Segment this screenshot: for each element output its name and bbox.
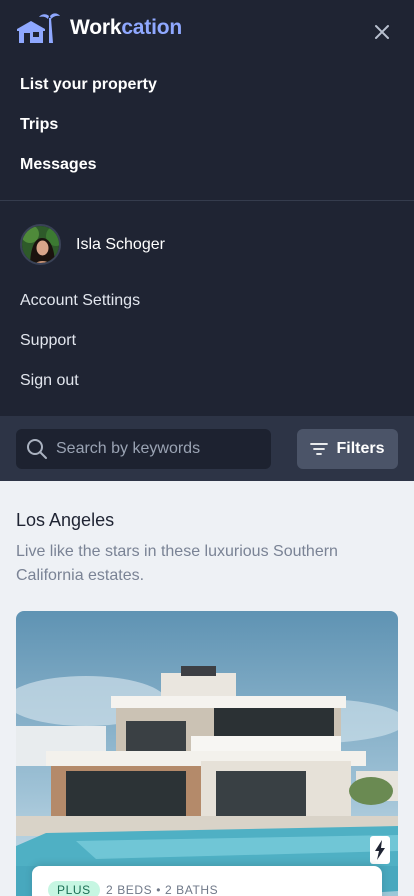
search-bar: Filters — [0, 416, 414, 481]
support-link[interactable]: Support — [20, 332, 76, 350]
sign-out-link[interactable]: Sign out — [20, 372, 79, 390]
bolt-icon — [375, 840, 385, 860]
search-input[interactable] — [56, 440, 256, 458]
instant-book-badge — [370, 836, 390, 864]
search-box[interactable] — [16, 429, 271, 469]
search-icon — [26, 438, 48, 460]
user-name: Isla Schoger — [76, 236, 165, 253]
house-palm-icon — [17, 13, 60, 43]
brand-logo[interactable]: Workcation — [16, 12, 182, 44]
nav-messages[interactable]: Messages — [20, 156, 97, 174]
account-settings-link[interactable]: Account Settings — [20, 292, 140, 310]
brand-name: Workcation — [70, 16, 182, 39]
plus-badge: PLUS — [48, 881, 100, 896]
filters-label: Filters — [336, 440, 385, 457]
menu-divider — [0, 200, 414, 201]
nav-trips[interactable]: Trips — [20, 116, 58, 134]
listing-photo — [16, 611, 398, 896]
section-title: Los Angeles — [16, 510, 115, 530]
avatar[interactable] — [20, 224, 61, 265]
listing-details: 2 BEDS • 2 BATHS — [106, 883, 219, 896]
close-menu-button[interactable] — [370, 20, 394, 44]
listing-card[interactable] — [16, 611, 398, 896]
listing-info-card[interactable]: PLUS 2 BEDS • 2 BATHS — [32, 866, 382, 896]
filters-button[interactable]: Filters — [297, 429, 398, 469]
mobile-menu: Workcation List your property Trips Mess… — [0, 0, 414, 416]
section-description: Live like the stars in these luxurious S… — [16, 543, 338, 584]
close-icon — [375, 25, 389, 39]
nav-list-property[interactable]: List your property — [20, 76, 157, 94]
filter-icon — [310, 443, 329, 455]
